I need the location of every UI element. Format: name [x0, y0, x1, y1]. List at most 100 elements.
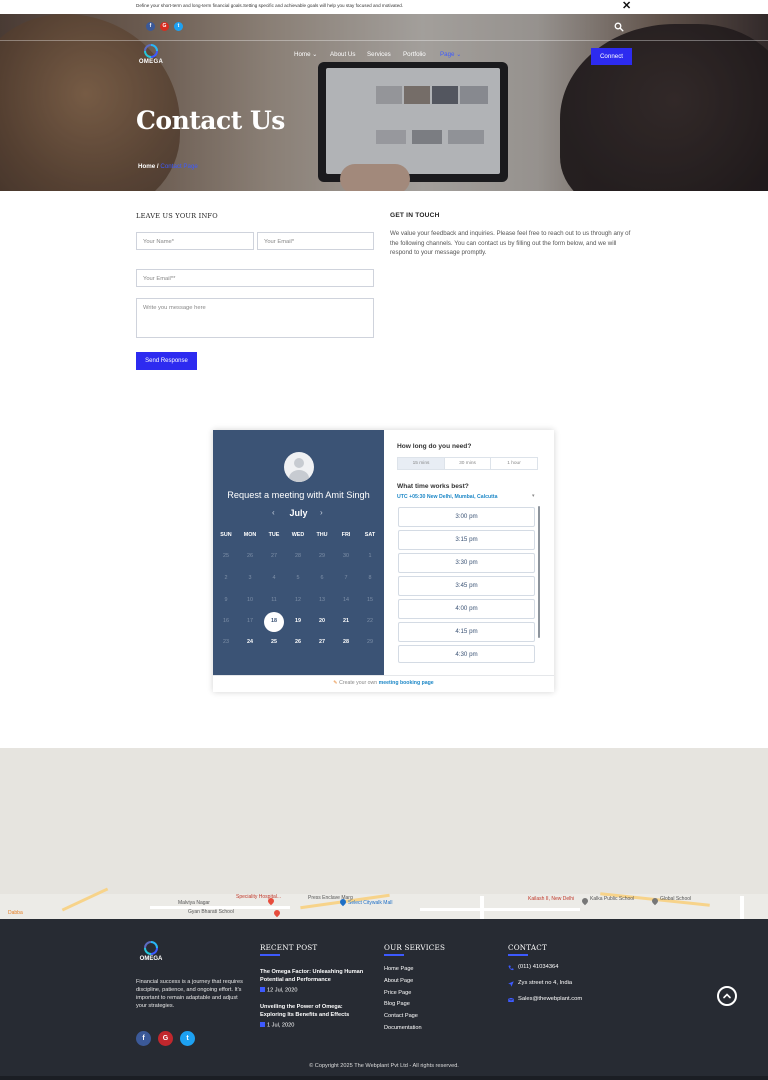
facebook-icon[interactable]: f — [146, 22, 155, 31]
calendar-month: July — [289, 508, 308, 518]
twitter-icon[interactable]: t — [180, 1031, 195, 1046]
time-slot[interactable]: 3:15 pm — [398, 530, 535, 550]
nav-portfolio[interactable]: Portfolio — [403, 51, 426, 61]
phone-icon — [508, 965, 514, 971]
site-logo[interactable]: OMEGA — [136, 44, 166, 68]
email-field[interactable]: Your Email* — [257, 232, 374, 250]
connect-button[interactable]: Connect — [591, 48, 632, 65]
message-textarea[interactable]: Write you message here — [136, 298, 374, 338]
calendar-day: 3 — [248, 575, 252, 581]
duration-option[interactable]: 1 hour — [490, 457, 538, 470]
duration-option[interactable]: 30 mins — [444, 457, 491, 470]
google-plus-icon[interactable]: G — [160, 22, 169, 31]
calendar-day[interactable]: 19 — [286, 618, 310, 624]
chevron-down-icon: ▾ — [532, 493, 535, 499]
calendar-day[interactable]: 27 — [310, 639, 334, 645]
nav-services[interactable]: Services — [367, 51, 391, 61]
calendar-day[interactable]: 25 — [262, 639, 286, 645]
mail-icon — [508, 997, 514, 1002]
nav-home[interactable]: Home ⌄ — [294, 51, 317, 61]
footer-link[interactable]: Documentation — [384, 1025, 422, 1031]
calendar-day[interactable]: 18 — [262, 618, 286, 624]
footer-link[interactable]: Price Page — [384, 990, 411, 996]
recent-post-heading: RECENT POST — [260, 943, 318, 952]
facebook-icon[interactable]: f — [136, 1031, 151, 1046]
contact-phone[interactable]: (011) 41034364 — [518, 964, 559, 970]
time-slot[interactable]: 4:15 pm — [398, 622, 535, 642]
calendar-day: 30 — [343, 553, 349, 559]
location-map[interactable]: Speciality Hospital... Press Enclave Mar… — [0, 748, 768, 920]
chevron-up-icon — [723, 993, 731, 999]
time-slot[interactable]: 3:30 pm — [398, 553, 535, 573]
calendar-day: 13 — [319, 597, 325, 603]
calendar-day: 2 — [224, 575, 228, 581]
nav-about-us[interactable]: About Us — [330, 51, 355, 61]
calendar-panel: Request a meeting with Amit Singh ‹ July… — [213, 430, 384, 675]
close-icon[interactable]: ✕ — [622, 1, 631, 12]
calendar-day: 16 — [223, 618, 229, 624]
breadcrumb: Home / Contact Page — [138, 163, 198, 170]
name-field[interactable]: Your Name* — [136, 232, 254, 250]
calendar-icon — [260, 1022, 265, 1027]
calendar-day: 10 — [247, 597, 253, 603]
location-arrow-icon — [508, 981, 514, 987]
weekday-label: WED — [291, 532, 305, 538]
post-title[interactable]: The Omega Factor: Unleashing Human Poten… — [260, 968, 370, 984]
timezone-select[interactable]: UTC +05:30 New Delhi, Mumbai, Calcutta — [397, 494, 497, 500]
breadcrumb-current: Contact Page — [160, 163, 198, 170]
contact-address: Zys street no 4, India — [518, 980, 573, 986]
map-label: Kalka Public School — [590, 896, 635, 902]
email-field-secondary[interactable]: Your Email** — [136, 269, 374, 287]
weekday-label: SAT — [364, 532, 376, 538]
footer-link[interactable]: About Page — [384, 978, 413, 984]
chevron-down-icon: ⌄ — [456, 51, 462, 58]
calendar-day: 17 — [247, 618, 253, 624]
calendar-day: 22 — [367, 618, 373, 624]
footer-link[interactable]: Contact Page — [384, 1013, 418, 1019]
post-date: 12 Jul, 2020 — [260, 987, 297, 994]
calendar-day[interactable]: 24 — [238, 639, 262, 645]
weekday-label: THU — [316, 532, 328, 538]
scroll-to-top-button[interactable] — [717, 986, 737, 1006]
weekday-label: SUN — [220, 532, 232, 538]
calendar-day: 5 — [296, 575, 300, 581]
time-slot[interactable]: 3:00 pm — [398, 507, 535, 527]
time-slot[interactable]: 4:30 pm — [398, 645, 535, 663]
meeting-booking-widget: Request a meeting with Amit Singh ‹ July… — [213, 430, 554, 692]
duration-option[interactable]: 15 mins — [397, 457, 445, 470]
calendar-icon — [260, 987, 265, 992]
footer-link[interactable]: Home Page — [384, 966, 414, 972]
calendar-day: 6 — [320, 575, 324, 581]
calendar-day: 14 — [343, 597, 349, 603]
send-response-button[interactable]: Send Response — [136, 352, 197, 370]
map-label: Global School — [660, 896, 692, 902]
calendar-day: 27 — [271, 553, 277, 559]
omega-logo-icon — [144, 44, 158, 58]
calendar-day: 29 — [367, 639, 373, 645]
search-icon[interactable] — [614, 22, 624, 32]
post-title[interactable]: Unveiling the Power of Omega: Exploring … — [260, 1003, 370, 1019]
calendar-day[interactable]: 20 — [310, 618, 334, 624]
google-plus-icon[interactable]: G — [158, 1031, 173, 1046]
form-heading: LEAVE US YOUR INFO — [136, 212, 218, 220]
chevron-right-icon[interactable]: › — [320, 508, 323, 517]
time-slot[interactable]: 4:00 pm — [398, 599, 535, 619]
contact-heading: CONTACT — [508, 943, 547, 952]
calendar-day: 28 — [295, 553, 301, 559]
calendar-day[interactable]: 26 — [286, 639, 310, 645]
slots-scrollbar[interactable] — [538, 506, 540, 638]
footer-about-text: Financial success is a journey that requ… — [136, 979, 243, 1009]
calendar-day[interactable]: 21 — [334, 618, 358, 624]
time-slot[interactable]: 3:45 pm — [398, 576, 535, 596]
logo-text: OMEGA — [138, 59, 164, 65]
nav-page[interactable]: Page ⌄ — [440, 51, 461, 61]
page-title: Contact Us — [136, 106, 285, 135]
footer-logo[interactable]: OMEGA — [136, 941, 166, 965]
footer-link[interactable]: Blog Page — [384, 1001, 410, 1007]
contact-email[interactable]: Sales@thewebplant.com — [518, 996, 582, 1002]
calendar-day: 8 — [368, 575, 372, 581]
breadcrumb-home[interactable]: Home / — [138, 163, 159, 170]
twitter-icon[interactable]: t — [174, 22, 183, 31]
calendar-day[interactable]: 28 — [334, 639, 358, 645]
meeting-booking-link[interactable]: meeting booking page — [379, 680, 434, 686]
